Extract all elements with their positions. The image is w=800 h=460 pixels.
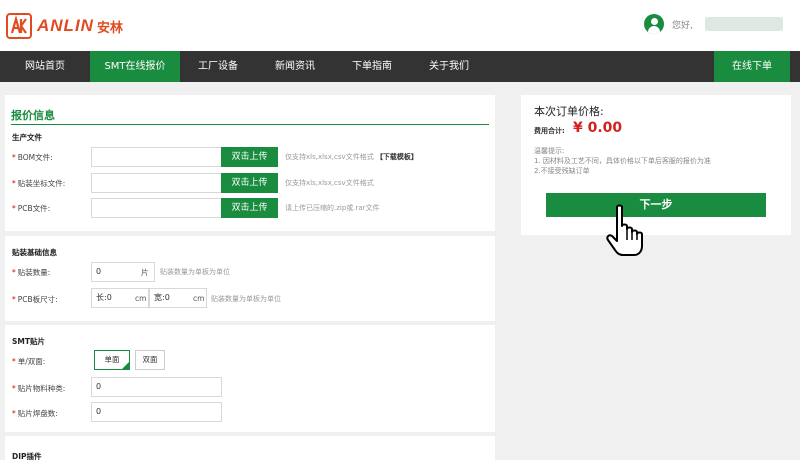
material-input[interactable]: 0 (91, 377, 222, 397)
hand-pointer-icon (606, 204, 643, 256)
bom-file-field[interactable] (91, 147, 222, 167)
pcb-upload-button[interactable]: 双击上传 (221, 198, 278, 218)
total-label: 费用合计: (534, 127, 565, 135)
width-unit: cm (193, 294, 205, 303)
logo-cn: 安林 (96, 20, 123, 36)
bom-label: * BOM文件: (12, 153, 53, 162)
quantity-unit: 片 (141, 268, 149, 277)
nav-item-about[interactable]: 关于我们 (410, 51, 488, 82)
quantity-label: * 贴装数量: (12, 268, 51, 277)
smt-title: SMT贴片 (12, 337, 45, 346)
length-unit: cm (135, 294, 147, 303)
quote-panel-mount: 贴装基础信息 * 贴装数量: 0 片 贴装数量为单板为单位 * PCB板尺寸: 长:… (5, 236, 495, 321)
download-template-link[interactable]: 【下载模板】 (376, 153, 418, 161)
placement-upload-button[interactable]: 双击上传 (221, 173, 278, 193)
main-nav: 网站首页 SMT在线报价 工厂设备 新闻资讯 下单指南 关于我们 在线下单 (0, 51, 800, 82)
double-side-option[interactable]: 双面 (135, 350, 165, 370)
quantity-hint: 贴装数量为单板为单位 (160, 268, 230, 276)
pads-input[interactable]: 0 (91, 402, 222, 422)
tip-line: 2.不接受残缺订单 (534, 167, 590, 175)
pcb-label: * PCB文件: (12, 204, 51, 213)
logo[interactable]: ANLIN 安林 (6, 12, 123, 40)
quote-section-title: 报价信息 (11, 109, 55, 122)
pcb-file-field[interactable] (91, 198, 222, 218)
next-step-button[interactable]: 下一步 (546, 193, 766, 217)
side-label: * 单/双面: (12, 357, 46, 366)
pcb-size-label: * PCB板尺寸: (12, 295, 58, 304)
bom-hint: 仅支持xls,xlsx,csv文件格式 【下载模板】 (285, 153, 418, 161)
nav-item-factory[interactable]: 工厂设备 (180, 51, 256, 82)
nav-item-guide[interactable]: 下单指南 (334, 51, 410, 82)
tip-line: 1. 因材料及工艺不同，具体价格以下单后客服的报价为准 (534, 157, 711, 165)
nav-item-smt-quote[interactable]: SMT在线报价 (90, 51, 180, 82)
user-area[interactable]: 您好, (644, 14, 783, 34)
placement-file-field[interactable] (91, 173, 222, 193)
tips-title: 温馨提示: (534, 147, 565, 155)
username-redacted (704, 17, 783, 31)
total-value: ¥ 0.00 (573, 120, 623, 136)
size-hint: 贴装数量为单板为单位 (211, 295, 281, 303)
quote-panel-smt: SMT贴片 * 单/双面: 单面 双面 * 贴片物料种类: 0 * 贴片焊盘数: 0 (5, 325, 495, 432)
greeting-text: 您好, (672, 20, 693, 31)
section-divider (11, 124, 489, 125)
quote-panel-dip: DIP插件 (5, 436, 495, 460)
pcb-hint: 请上传已压缩的.zip或.rar文件 (285, 204, 380, 212)
nav-item-home[interactable]: 网站首页 (0, 51, 90, 82)
logo-text: ANLIN (37, 16, 94, 35)
placement-hint: 仅支持xls,xlsx,csv文件格式 (285, 179, 374, 187)
placement-label: * 贴装坐标文件: (12, 179, 66, 188)
pads-label: * 贴片焊盘数: (12, 409, 58, 418)
production-files-title: 生产文件 (12, 133, 42, 142)
user-avatar-icon[interactable] (644, 14, 664, 34)
quote-panel-files: 报价信息 生产文件 * BOM文件: 双击上传 仅支持xls,xlsx,csv文件… (5, 95, 495, 231)
bom-upload-button[interactable]: 双击上传 (221, 147, 278, 167)
nav-item-news[interactable]: 新闻资讯 (256, 51, 334, 82)
nav-order-online-button[interactable]: 在线下单 (714, 51, 790, 82)
tips: 温馨提示: 1. 因材料及工艺不同，具体价格以下单后客服的报价为准 2.不接受残… (534, 146, 711, 176)
mount-info-title: 贴装基础信息 (12, 248, 57, 257)
dip-title: DIP插件 (12, 452, 42, 460)
logo-mark-icon (6, 13, 32, 39)
site-header: ANLIN 安林 您好, (0, 0, 800, 51)
material-label: * 贴片物料种类: (12, 384, 66, 393)
single-side-option[interactable]: 单面 (94, 350, 130, 370)
price-card: 本次订单价格: 费用合计: ¥ 0.00 温馨提示: 1. 因材料及工艺不同，具… (521, 95, 791, 235)
price-title: 本次订单价格: (534, 105, 604, 118)
